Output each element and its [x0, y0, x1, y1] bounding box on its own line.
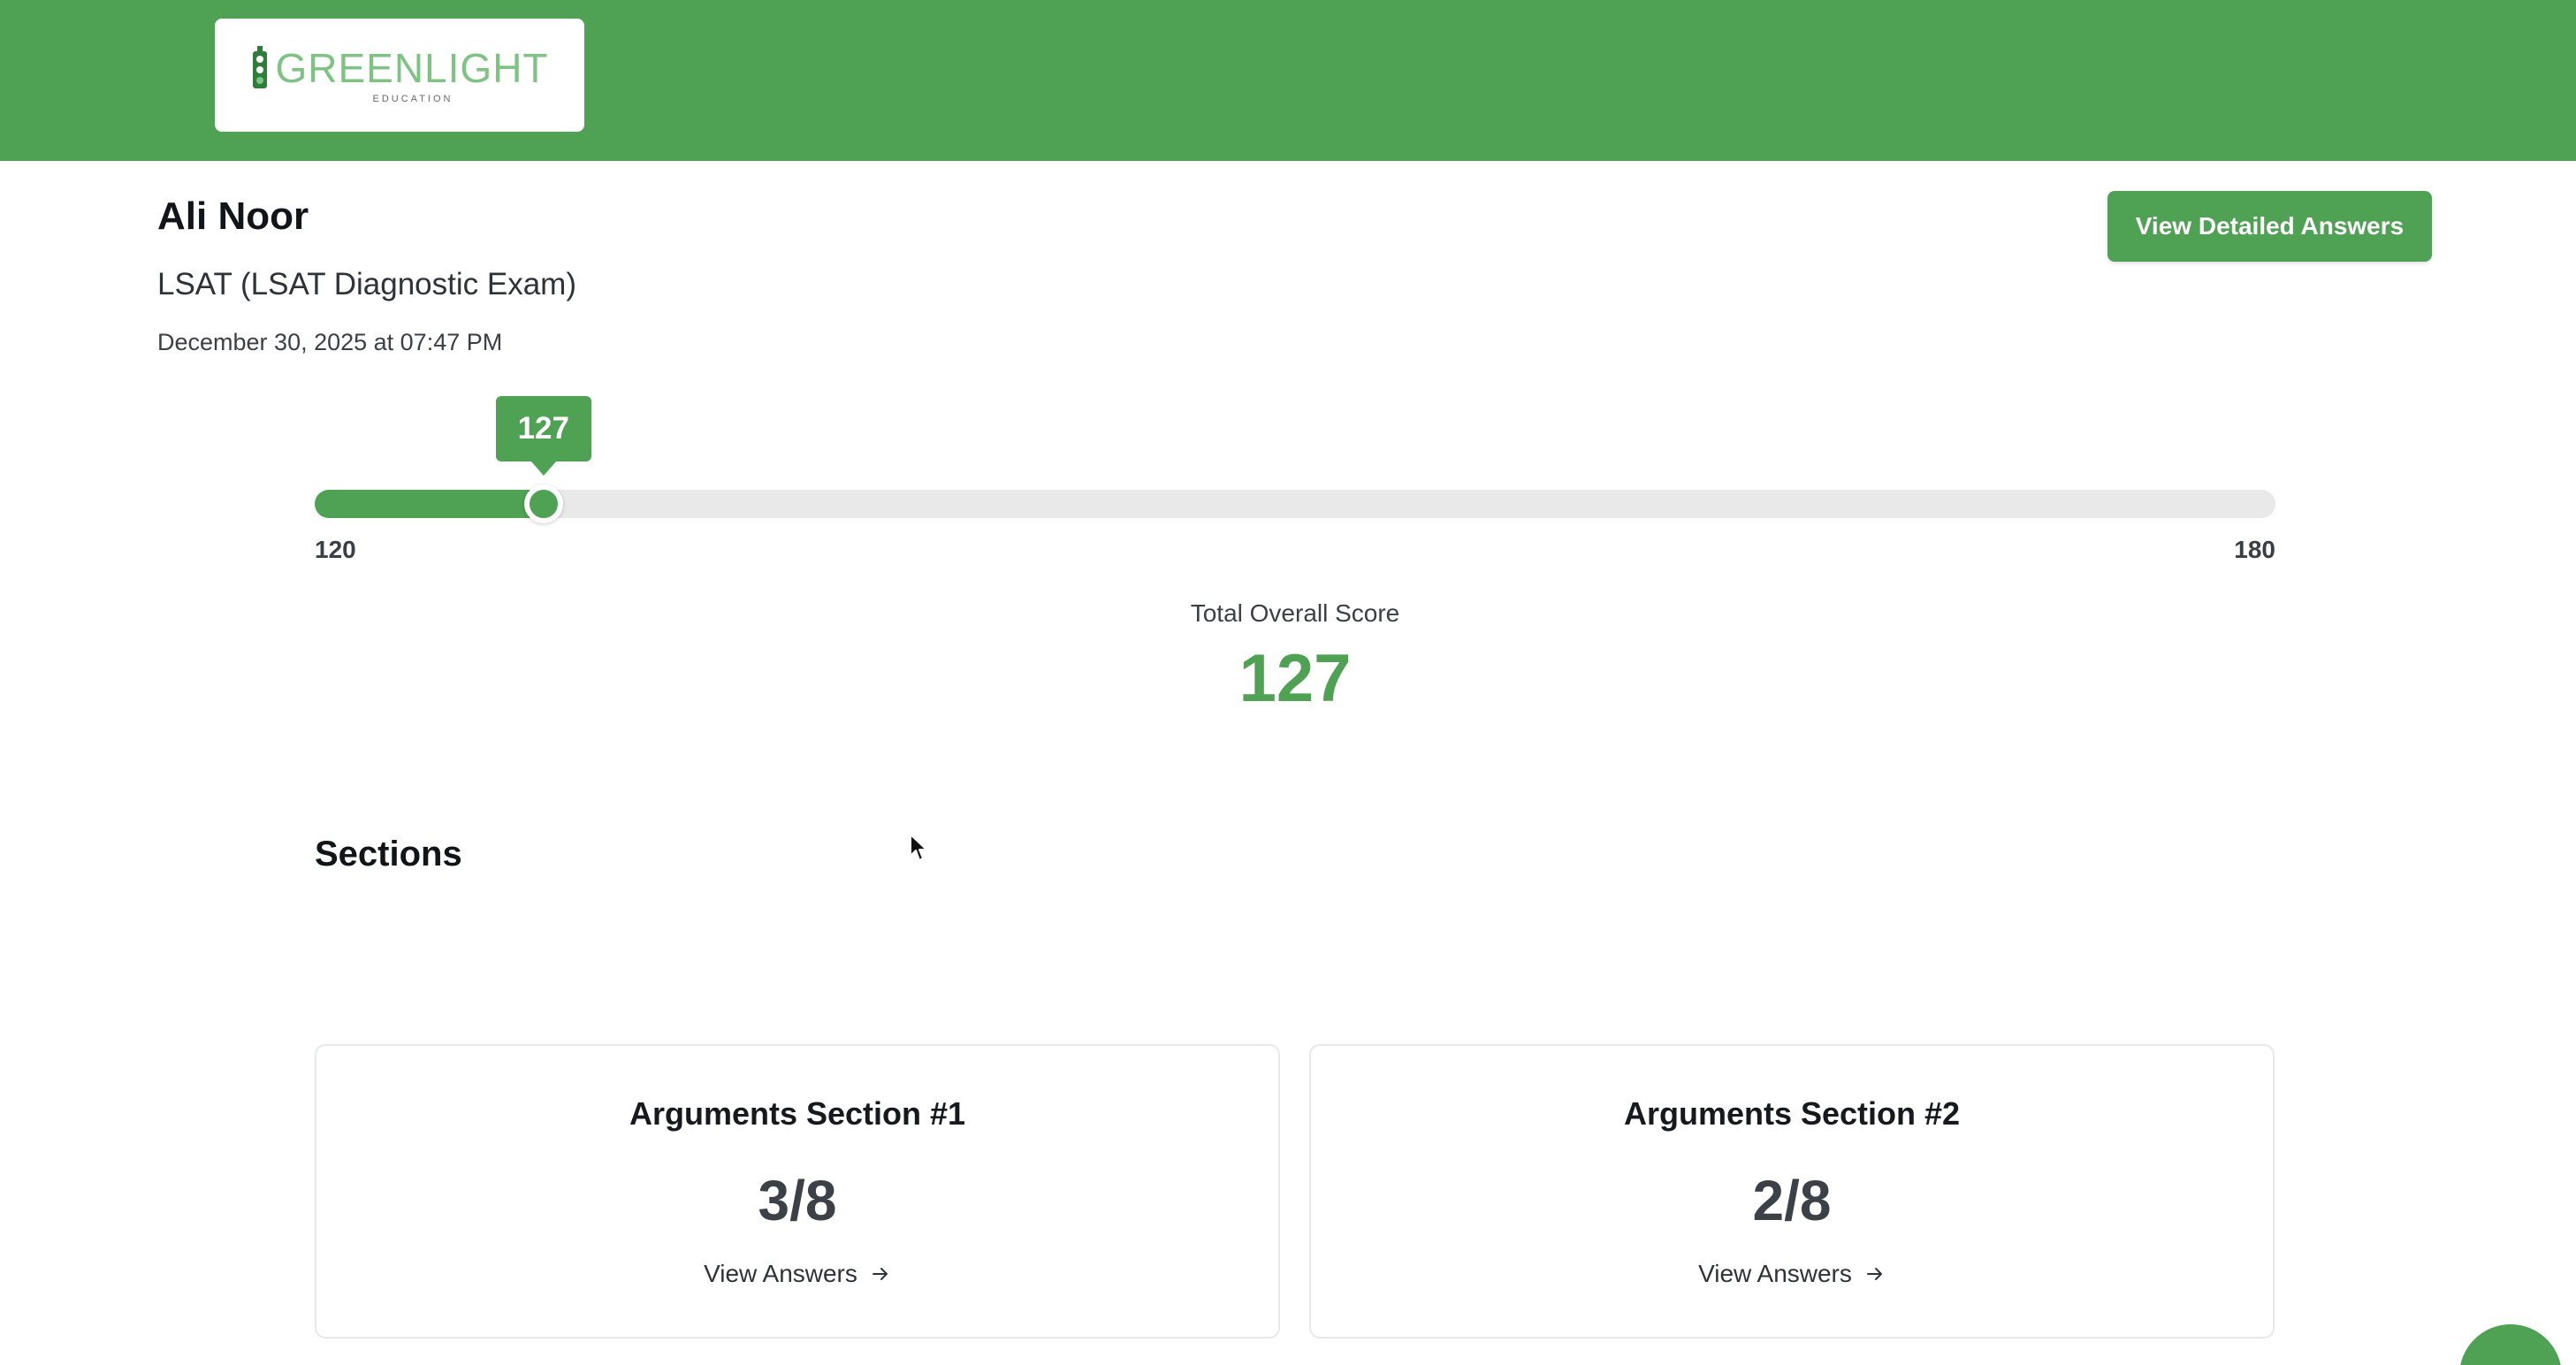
exam-name: LSAT (LSAT Diagnostic Exam) — [157, 267, 576, 301]
section-card: Arguments Section #1 3/8 View Answers — [315, 1044, 1280, 1338]
arrow-right-icon — [872, 1268, 888, 1280]
logo-subtitle: EDUCATION — [372, 94, 453, 104]
greenlight-logo[interactable]: GREENLIGHT EDUCATION — [215, 19, 584, 132]
logo-inner: GREENLIGHT EDUCATION — [250, 46, 548, 104]
score-range-fill — [315, 490, 544, 518]
score-marker — [523, 484, 563, 523]
logo-row: GREENLIGHT — [250, 46, 548, 90]
view-answers-label: View Answers — [704, 1260, 857, 1287]
section-score: 2/8 — [1752, 1169, 1832, 1232]
traffic-light-icon — [253, 46, 268, 88]
total-score-value: 127 — [1238, 641, 1352, 716]
mouse-cursor-icon — [910, 834, 927, 861]
section-title: Arguments Section #2 — [1623, 1095, 1961, 1132]
view-answers-link[interactable]: View Answers — [1311, 1260, 2273, 1288]
score-range-min: 120 — [315, 536, 356, 563]
exam-date: December 30, 2025 at 07:47 PM — [157, 329, 503, 355]
section-card: Arguments Section #2 2/8 View Answers — [1309, 1044, 2275, 1338]
sections-heading: Sections — [315, 835, 462, 873]
score-range-track: 127 — [315, 396, 2275, 523]
score-range-max: 180 — [2234, 536, 2275, 563]
arrow-right-icon — [1866, 1268, 1882, 1280]
view-answers-link[interactable]: View Answers — [316, 1260, 1278, 1288]
total-score-label: Total Overall Score — [1190, 599, 1400, 627]
student-name: Ali Noor — [157, 194, 309, 238]
chat-launcher-button[interactable] — [2459, 1324, 2562, 1365]
results-page: GREENLIGHT EDUCATION Ali Noor LSAT (LSAT… — [0, 0, 2576, 1365]
top-bar: GREENLIGHT EDUCATION — [0, 0, 2576, 161]
view-detailed-answers-button[interactable]: View Detailed Answers — [2107, 191, 2432, 262]
view-answers-label: View Answers — [1698, 1260, 1852, 1287]
section-score: 3/8 — [758, 1169, 837, 1232]
section-title: Arguments Section #1 — [629, 1095, 966, 1132]
score-tooltip: 127 — [495, 396, 591, 476]
logo-wordmark: GREENLIGHT — [275, 45, 549, 91]
